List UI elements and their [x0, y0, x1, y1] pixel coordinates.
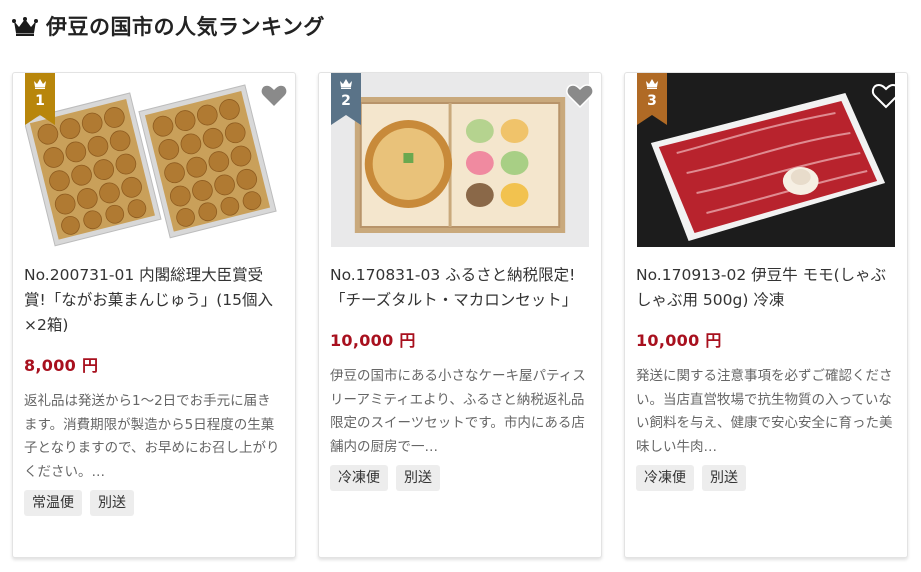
product-image[interactable]: [637, 73, 895, 247]
ranking-card[interactable]: 2 No.170831-03 ふるさと納税限定!「チーズタルト・マカロンセット」…: [318, 72, 602, 558]
crown-icon: [646, 79, 658, 89]
rank-number: 3: [647, 93, 657, 109]
manju-boxes-image: [25, 73, 283, 247]
tag-list: 冷凍便 別送: [330, 465, 590, 491]
heart-icon[interactable]: [259, 81, 289, 111]
cheese-tart-image: [331, 73, 589, 247]
tag-delivery-type: 冷凍便: [330, 465, 388, 491]
heart-outline-icon[interactable]: [871, 81, 901, 111]
product-price: 8,000 円: [24, 356, 99, 375]
product-title[interactable]: No.170831-03 ふるさと納税限定!「チーズタルト・マカロンセット」: [330, 263, 590, 313]
product-title[interactable]: No.170913-02 伊豆牛 モモ(しゃぶしゃぶ用 500g) 冷凍: [636, 263, 896, 313]
tag-list: 常温便 別送: [24, 490, 284, 516]
crown-icon: [340, 79, 352, 89]
beef-image: [637, 73, 895, 247]
product-description: 発送に関する注意事項を必ずご確認ください。当店直営牧場で抗生物質の入っていない飼…: [636, 368, 893, 455]
rank-number: 1: [35, 93, 45, 109]
product-price: 10,000 円: [330, 331, 416, 350]
crown-icon: [34, 79, 46, 89]
tag-delivery-type: 冷凍便: [636, 465, 694, 491]
product-image[interactable]: [25, 73, 283, 247]
product-description: 返礼品は発送から1〜2日でお手元に届きます。消費期限が製造から5日程度の生菓子と…: [24, 393, 280, 480]
tag-list: 冷凍便 別送: [636, 465, 896, 491]
product-price: 10,000 円: [636, 331, 722, 350]
card-body: No.200731-01 内閣総理大臣賞受賞!「ながお菓まんじゅう」(15個入×…: [24, 263, 284, 516]
card-body: No.170831-03 ふるさと納税限定!「チーズタルト・マカロンセット」 1…: [330, 263, 590, 491]
product-image[interactable]: [331, 73, 589, 247]
heart-icon[interactable]: [565, 81, 595, 111]
ranking-list: 1 No.200731-01 内閣総理大臣賞受賞!「ながお菓まんじゅう」(15個…: [0, 0, 921, 572]
tag-shipping: 別送: [702, 465, 746, 491]
ranking-card[interactable]: 1 No.200731-01 内閣総理大臣賞受賞!「ながお菓まんじゅう」(15個…: [12, 72, 296, 558]
rank-badge: 2: [331, 73, 361, 125]
product-title[interactable]: No.200731-01 内閣総理大臣賞受賞!「ながお菓まんじゅう」(15個入×…: [24, 263, 284, 338]
rank-badge: 1: [25, 73, 55, 125]
tag-delivery-type: 常温便: [24, 490, 82, 516]
card-body: No.170913-02 伊豆牛 モモ(しゃぶしゃぶ用 500g) 冷凍 10,…: [636, 263, 896, 491]
product-description: 伊豆の国市にある小さなケーキ屋パティスリーアミティエより、ふるさと納税返礼品限定…: [330, 368, 586, 455]
tag-shipping: 別送: [90, 490, 134, 516]
rank-badge: 3: [637, 73, 667, 125]
tag-shipping: 別送: [396, 465, 440, 491]
rank-number: 2: [341, 93, 351, 109]
ranking-card[interactable]: 3 No.170913-02 伊豆牛 モモ(しゃぶしゃぶ用 500g) 冷凍 1…: [624, 72, 908, 558]
